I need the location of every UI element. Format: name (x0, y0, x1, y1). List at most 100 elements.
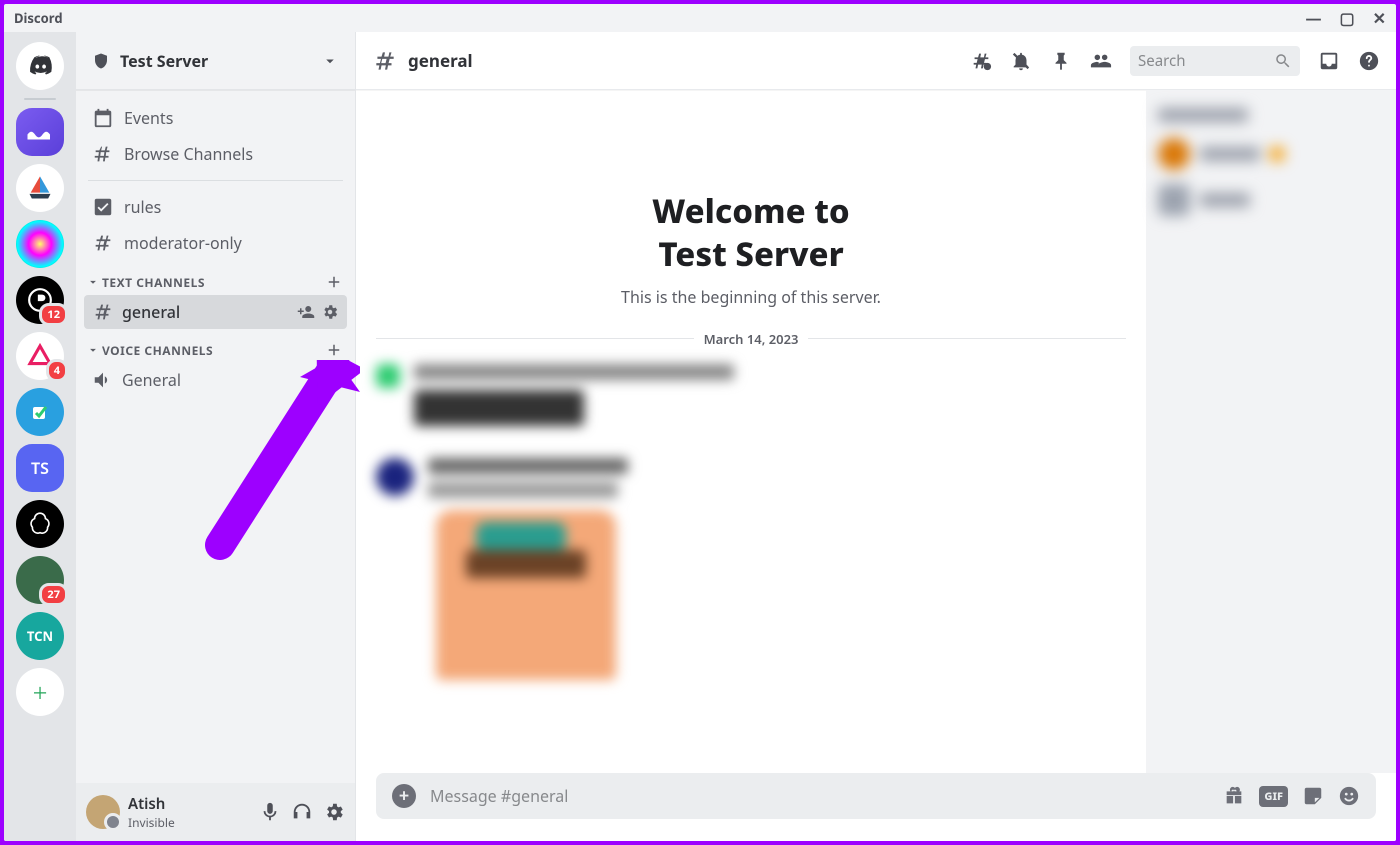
help-icon[interactable] (1358, 50, 1380, 72)
general-text-channel[interactable]: general (84, 295, 347, 329)
user-status: Invisible (128, 814, 251, 831)
server-item[interactable] (16, 500, 64, 548)
pin-icon[interactable] (1050, 50, 1072, 72)
discord-icon (26, 52, 54, 80)
blurred-message (376, 364, 1126, 438)
message-input[interactable]: + Message #general GIF (376, 773, 1376, 819)
channel-name: general (408, 49, 473, 72)
channel-sidebar: Test Server Events Browse Channels rules (76, 32, 356, 841)
members-list (1146, 90, 1396, 773)
channel-label: rules (124, 196, 161, 218)
welcome-subtitle: This is the beginning of this server. (376, 286, 1126, 308)
server-item[interactable]: 27 (16, 556, 64, 604)
text-channels-category[interactable]: TEXT CHANNELS (84, 261, 347, 295)
chevron-down-icon (321, 50, 339, 72)
channel-list: Events Browse Channels rules moderator-o… (76, 90, 355, 783)
server-list: 12 4 TS 27 TCN + (4, 32, 76, 841)
plus-icon[interactable] (325, 341, 343, 359)
search-icon (1274, 52, 1292, 70)
emoji-icon[interactable] (1338, 785, 1360, 807)
user-info[interactable]: Atish Invisible (128, 794, 251, 831)
search-placeholder: Search (1138, 51, 1185, 71)
rules-channel[interactable]: rules (84, 189, 347, 225)
server-badge: 27 (39, 583, 68, 606)
server-item[interactable]: TCN (16, 612, 64, 660)
user-panel: Atish Invisible (76, 783, 355, 841)
chat-input-area: + Message #general GIF (356, 773, 1396, 841)
close-button[interactable]: ✕ (1373, 7, 1386, 29)
window-controls: — ▢ ✕ (1305, 7, 1386, 29)
sticker-icon[interactable] (1302, 785, 1324, 807)
server-item[interactable] (16, 220, 64, 268)
events-link[interactable]: Events (84, 100, 347, 136)
gear-icon[interactable] (321, 303, 339, 321)
threads-icon[interactable] (970, 50, 992, 72)
category-label: VOICE CHANNELS (102, 342, 213, 359)
sailboat-icon (26, 174, 54, 202)
attach-button[interactable]: + (392, 784, 416, 808)
username: Atish (128, 794, 251, 814)
channel-label: general (122, 301, 180, 323)
gift-icon[interactable] (1223, 785, 1245, 807)
search-input[interactable]: Search (1130, 46, 1300, 76)
chat-header: general Search (356, 32, 1396, 90)
hash-icon (372, 48, 398, 74)
moderator-channel[interactable]: moderator-only (84, 225, 347, 261)
channel-label: General (122, 369, 181, 391)
headphones-icon[interactable] (291, 801, 313, 823)
add-server-button[interactable]: + (16, 668, 64, 716)
maximize-button[interactable]: ▢ (1339, 7, 1354, 29)
server-item[interactable] (16, 388, 64, 436)
nav-label: Events (124, 107, 173, 129)
checkbox-arrow-icon (28, 400, 52, 424)
general-voice-channel[interactable]: General (84, 363, 347, 397)
blurred-message (376, 458, 1126, 680)
invite-icon[interactable] (297, 303, 315, 321)
discord-app: Discord — ▢ ✕ 12 (4, 4, 1396, 841)
server-separator (24, 98, 56, 100)
minimize-button[interactable]: — (1305, 7, 1321, 29)
server-item[interactable] (16, 164, 64, 212)
notifications-icon[interactable] (1010, 50, 1032, 72)
titlebar: Discord — ▢ ✕ (4, 4, 1396, 32)
plus-icon[interactable] (325, 273, 343, 291)
server-item[interactable] (16, 108, 64, 156)
server-header[interactable]: Test Server (76, 32, 355, 90)
members-icon[interactable] (1090, 50, 1112, 72)
hash-icon (92, 301, 114, 323)
gif-button[interactable]: GIF (1259, 786, 1288, 807)
browse-channels-link[interactable]: Browse Channels (84, 136, 347, 172)
chat-area: general Search (356, 32, 1396, 841)
chevron-down-icon (86, 343, 100, 357)
welcome-title: Welcome to Test Server (376, 190, 1126, 276)
server-item[interactable]: 4 (16, 332, 64, 380)
openai-icon (27, 511, 53, 537)
server-item[interactable]: 12 (16, 276, 64, 324)
channel-label: moderator-only (124, 232, 242, 254)
input-placeholder: Message #general (430, 785, 1209, 807)
category-label: TEXT CHANNELS (102, 274, 205, 291)
divider (88, 180, 343, 181)
chevron-down-icon (86, 275, 100, 289)
messages-area[interactable]: Welcome to Test Server This is the begin… (356, 90, 1146, 773)
welcome-block: Welcome to Test Server This is the begin… (376, 190, 1126, 308)
server-name: Test Server (120, 50, 208, 72)
inbox-icon[interactable] (1318, 50, 1340, 72)
app-title: Discord (14, 9, 63, 27)
wave-icon (25, 117, 55, 147)
browse-icon (92, 143, 114, 165)
date-divider: March 14, 2023 (376, 330, 1126, 348)
server-badge: 4 (46, 359, 68, 382)
shield-icon (92, 52, 110, 70)
calendar-icon (92, 107, 114, 129)
server-item[interactable]: TS (16, 444, 64, 492)
app-body: 12 4 TS 27 TCN + Test S (4, 32, 1396, 841)
home-button[interactable] (16, 42, 64, 90)
user-avatar[interactable] (86, 795, 120, 829)
mic-icon[interactable] (259, 801, 281, 823)
hash-icon (92, 232, 114, 254)
gear-icon[interactable] (323, 801, 345, 823)
rules-icon (92, 196, 114, 218)
speaker-icon (92, 369, 114, 391)
voice-channels-category[interactable]: VOICE CHANNELS (84, 329, 347, 363)
